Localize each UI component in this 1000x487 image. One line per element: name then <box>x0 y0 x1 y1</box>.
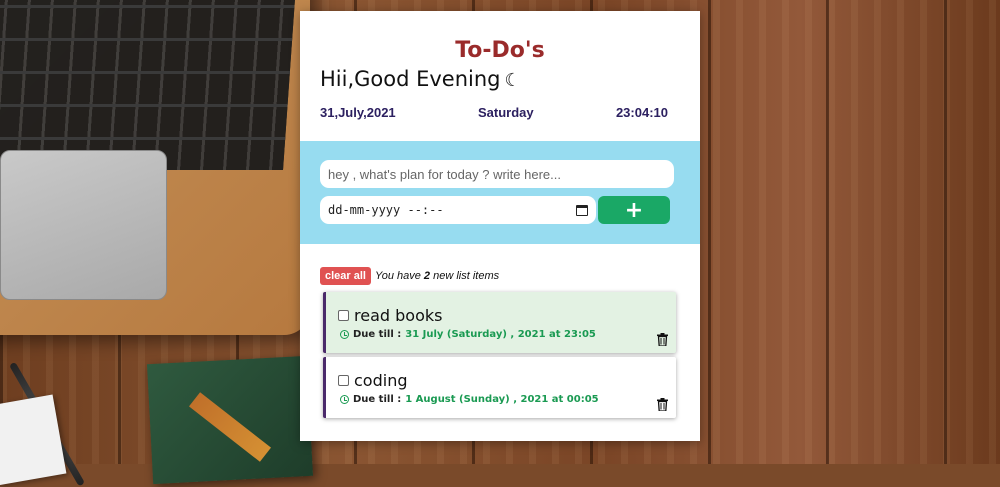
item-count: 2 <box>423 270 431 282</box>
due-date: 1 August (Sunday) , 2021 at 00:05 <box>405 394 599 405</box>
date-time-bar: 31,July,2021 Saturday 23:04:10 <box>320 105 668 120</box>
todo-checkbox[interactable] <box>338 375 349 386</box>
todo-due: Due till : 1 August (Sunday) , 2021 at 0… <box>340 394 599 405</box>
moon-icon: ☾ <box>504 70 521 91</box>
due-datetime-input[interactable]: dd-mm-yyyy --:-- <box>320 196 596 224</box>
trackpad-image <box>0 150 167 300</box>
clear-all-button[interactable]: clear all <box>320 267 371 285</box>
item-count-text: You have 2 new list items <box>375 270 499 282</box>
calendar-icon[interactable] <box>576 204 588 216</box>
count-prefix: You have <box>374 270 421 282</box>
todo-title: coding <box>354 371 408 390</box>
todo-due: Due till : 31 July (Saturday) , 2021 at … <box>340 329 596 340</box>
todo-item-head: read books <box>338 306 442 325</box>
todo-item-head: coding <box>338 371 407 390</box>
task-entry-panel: dd-mm-yyyy --:-- + <box>300 141 700 244</box>
todo-card: To-Do's Hii,Good Evening ☾ 31,July,2021 S… <box>300 11 700 441</box>
todo-item: read books Due till : 31 July (Saturday)… <box>323 292 676 353</box>
todo-title: read books <box>354 306 443 325</box>
due-label: Due till : <box>353 329 402 340</box>
trash-icon[interactable] <box>657 333 668 346</box>
add-task-button[interactable]: + <box>598 196 670 224</box>
keyboard-rows <box>0 0 297 170</box>
count-suffix: new list items <box>433 270 500 282</box>
greeting-text: Hii,Good Evening <box>320 67 501 91</box>
app-title: To-Do's <box>455 38 545 63</box>
current-date: 31,July,2021 <box>320 105 396 120</box>
due-label: Due till : <box>353 394 402 405</box>
current-day: Saturday <box>477 105 534 120</box>
todo-checkbox[interactable] <box>338 310 349 321</box>
task-input[interactable] <box>320 160 674 188</box>
trash-icon[interactable] <box>657 398 668 411</box>
current-time: 23:04:10 <box>615 105 668 120</box>
due-datetime-placeholder: dd-mm-yyyy --:-- <box>328 203 444 217</box>
greeting: Hii,Good Evening ☾ <box>320 67 521 91</box>
list-toolbar: clear all You have 2 new list items <box>320 267 499 285</box>
todo-item: coding Due till : 1 August (Sunday) , 20… <box>323 357 676 418</box>
clock-icon <box>340 395 349 404</box>
due-date: 31 July (Saturday) , 2021 at 23:05 <box>405 329 596 340</box>
clock-icon <box>340 330 349 339</box>
